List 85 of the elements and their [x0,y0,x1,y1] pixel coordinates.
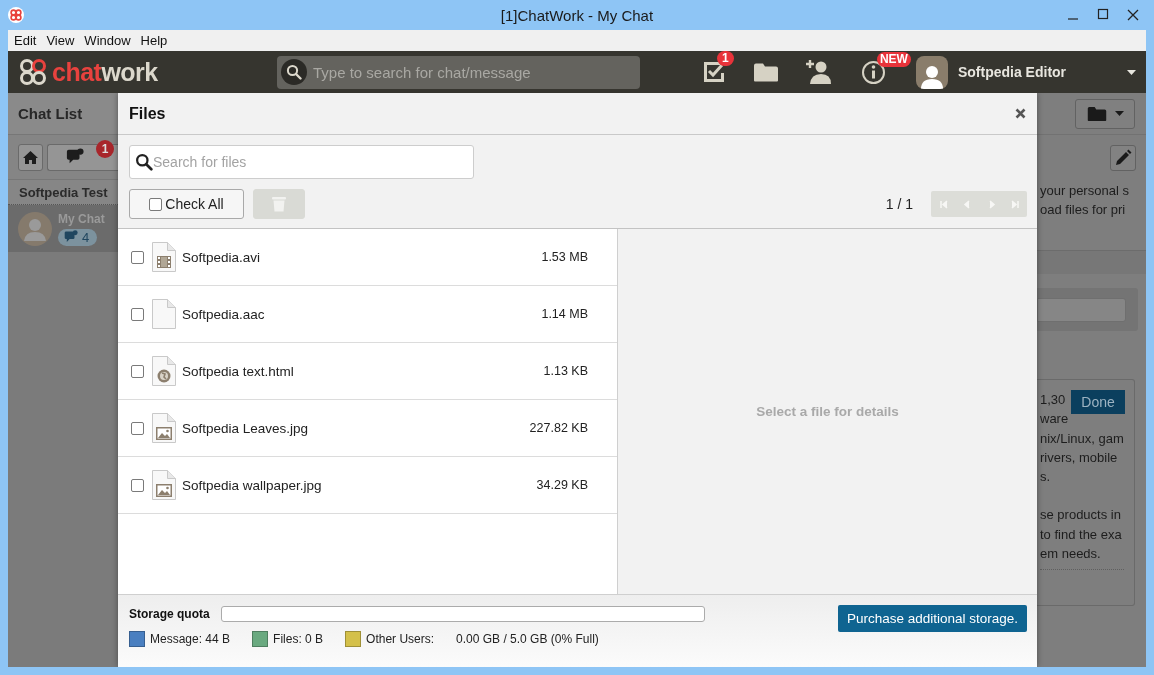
image-file-icon [152,470,176,500]
file-size: 1.13 KB [543,364,588,378]
file-row[interactable]: Softpedia wallpaper.jpg 34.29 KB [118,457,617,514]
input-field[interactable] [1037,297,1126,322]
avatar[interactable] [915,55,948,89]
file-name: Softpedia text.html [182,363,294,379]
search-field[interactable]: Search for files [129,145,474,179]
page-indicator: 1 / 1 [885,196,913,212]
file-row[interactable]: Softpedia Leaves.jpg 227.82 KB [118,400,617,457]
file-size: 1.53 MB [541,250,588,264]
dialog-title: Files [129,104,166,123]
description-text: your personal s [1040,182,1130,200]
avatar-icon [18,211,52,246]
caret-icon[interactable] [1127,69,1136,75]
legend-label: Files: 0 B [273,632,324,646]
description-text: oad files for pri [1040,201,1127,219]
file-name: Softpedia.avi [182,249,261,265]
messages-button[interactable]: 1 [47,143,118,171]
folder-icon[interactable] [752,61,779,83]
video-file-icon [152,242,176,272]
task-text: 1,30 [1040,391,1067,409]
file-name: Softpedia wallpaper.jpg [182,477,322,493]
home-icon [23,149,39,165]
menu-item[interactable]: Edit [9,30,42,51]
image-file-icon [152,413,176,443]
home-button[interactable] [18,143,44,171]
checkbox[interactable] [131,364,144,378]
checkbox[interactable] [149,197,163,211]
chat-bubble-icon [64,230,78,244]
checkbox[interactable] [131,421,144,435]
app-icon [8,7,24,23]
file-name: Softpedia.aac [182,306,265,322]
folder-button[interactable] [1075,98,1135,129]
group-title: Softpedia Test [19,184,108,200]
trash-icon [272,196,286,212]
task-text: rivers, mobile [1040,448,1119,467]
file-icon [152,299,176,329]
done-button[interactable]: Done [1071,390,1125,414]
file-row[interactable]: Softpedia.aac 1.14 MB [118,286,617,343]
user-name[interactable]: Softpedia Editor [957,64,1067,80]
edit-button[interactable] [1110,145,1136,171]
task-text: ware [1040,410,1070,429]
storage-label: Storage quota [129,607,210,621]
task-text: nix/Linux, gam [1040,429,1125,448]
storage-usage: 0.00 GB / 5.0 GB (0% Full) [456,632,599,646]
file-size: 1.14 MB [541,307,588,321]
file-size: 227.82 KB [529,421,588,435]
search-icon [135,153,153,171]
file-row[interactable]: Softpedia.avi 1.53 MB [118,229,617,286]
menu-item[interactable]: View [41,30,80,51]
add-user-icon[interactable] [804,59,831,85]
logo-icon [18,57,48,87]
new-badge: NEW [876,51,911,67]
file-size: 34.29 KB [536,478,588,492]
unread-badge: 1 [96,139,114,158]
purchase-button[interactable]: Purchase additional storage. [838,605,1027,632]
folder-icon [1086,105,1107,122]
unread-count: 4 [58,228,98,246]
empty-details-message: Select a file for details [756,404,899,419]
web-file-icon [152,356,176,386]
window-title: [1]ChatWork - My Chat [500,6,654,24]
task-text: s. [1040,468,1052,487]
file-name: Softpedia Leaves.jpg [182,420,309,436]
file-row[interactable]: Softpedia text.html 1.13 KB [118,343,617,400]
check-all-button[interactable]: Check All [129,189,244,219]
search-field[interactable]: Type to search for chat/message [277,55,640,89]
search-icon [286,64,302,80]
close-icon[interactable] [1015,108,1026,119]
checkbox[interactable] [131,478,144,492]
caret-icon [1114,111,1124,116]
task-text: em needs. [1040,545,1102,564]
task-text: se products in [1040,506,1122,525]
pencil-icon [1114,149,1132,167]
menu-item[interactable]: Window [79,30,136,51]
menu-item[interactable]: Help [135,30,173,51]
logo-text: chatwork [52,57,158,87]
task-text: to find the exa [1040,525,1123,544]
legend-label: Other Users: [366,632,435,646]
last-page-icon [1009,198,1021,210]
checkbox[interactable] [131,250,144,264]
legend-label: Message: 44 B [150,632,231,646]
notification-badge: 1 [716,51,734,66]
first-page-icon [937,198,949,210]
panel-title: Chat List [18,105,83,122]
checkbox[interactable] [131,307,144,321]
